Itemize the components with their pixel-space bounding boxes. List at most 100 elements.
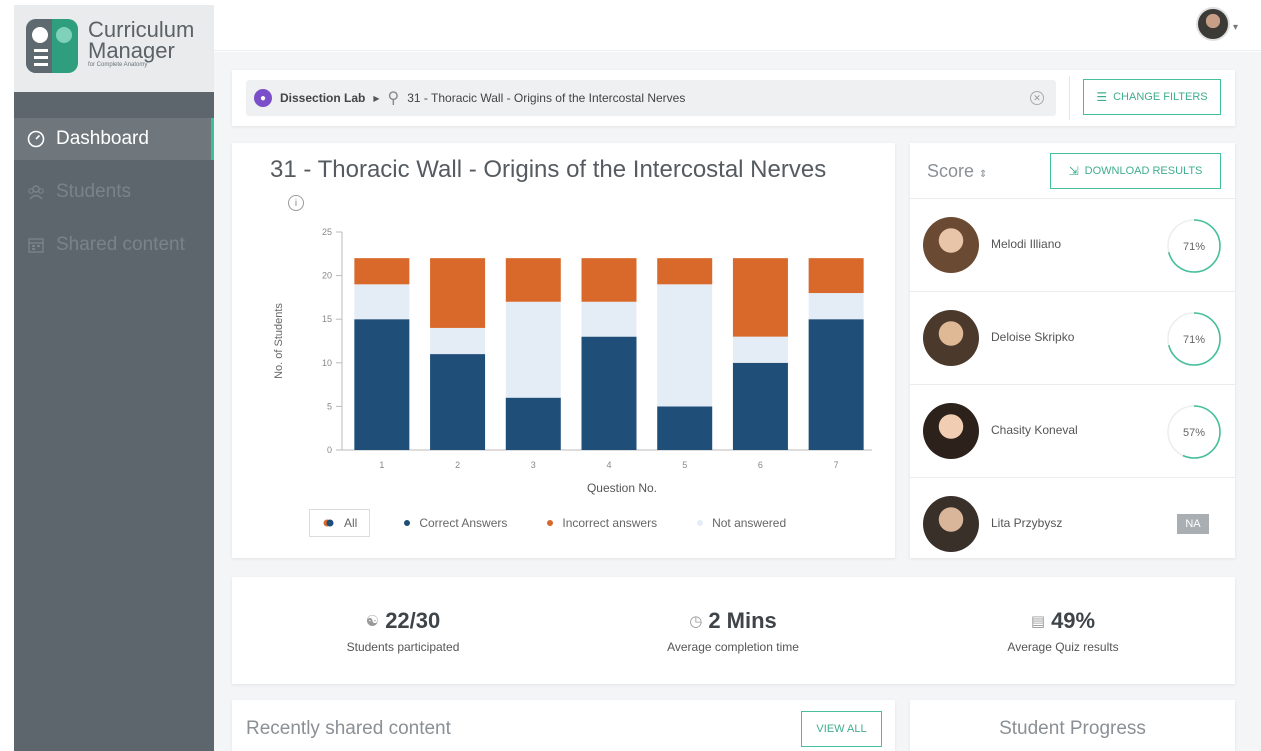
stat-average-completion-time: ◷ 2 Mins Average completion time [608, 608, 858, 654]
y-tick-label: 5 [327, 401, 332, 411]
stat-label: Average completion time [667, 640, 799, 654]
bar-segment [808, 258, 864, 294]
x-tick-label: 1 [379, 460, 384, 470]
sidebar: Curriculum Manager for Complete Anatomy … [14, 5, 214, 751]
score-ring: 57% [1167, 405, 1221, 459]
score-ring: 71% [1167, 219, 1221, 273]
top-bar [214, 5, 1261, 51]
stacked-bar-chart: 0 5 10 15 20 25 No. of Students 1 2 3 4 5 6 7 Question… [273, 227, 872, 495]
score-sort-header[interactable]: Score ⇕ [927, 161, 987, 182]
bar-segment [354, 319, 410, 450]
y-axis-label: No. of Students [273, 303, 285, 379]
legend-item-incorrect[interactable]: Incorrect answers [547, 516, 657, 530]
user-avatar[interactable] [1196, 7, 1230, 41]
lab-icon: ● [254, 89, 272, 107]
bar-segment [505, 258, 561, 302]
stat-students-participated: ☯ 22/30 Students participated [278, 608, 528, 654]
legend-item-not-answered[interactable]: Not answered [697, 516, 786, 530]
logo-subtitle: for Complete Anatomy [88, 62, 148, 68]
sidebar-item-students[interactable]: Students [14, 171, 214, 213]
sort-icon: ⇕ [979, 169, 988, 180]
bar-segment [732, 362, 788, 450]
stat-average-quiz-results: ▤ 49% Average Quiz results [938, 608, 1188, 654]
students-group-icon: ☯ [365, 613, 380, 630]
download-icon: ⇲ [1068, 164, 1079, 178]
legend-dot [547, 520, 554, 526]
legend-dot [697, 520, 704, 526]
chevron-down-icon[interactable]: ▾ [1233, 22, 1238, 33]
logo-icon [26, 19, 78, 73]
avatar [923, 217, 979, 273]
student-name: Melodi Illiano [991, 237, 1062, 251]
students-group-icon [26, 182, 46, 202]
avatar [923, 496, 979, 552]
bar-segment [657, 258, 713, 285]
score-value: 57% [1183, 427, 1205, 439]
pie-icon [323, 519, 334, 527]
download-results-label: DOWNLOAD RESULTS [1084, 165, 1203, 177]
score-ring: 71% [1167, 312, 1221, 366]
chart-legend: All Correct Answers Incorrect answers No… [309, 509, 826, 537]
search-icon: ⚲ [387, 90, 400, 107]
bar-segment [430, 327, 486, 355]
student-progress-title: Student Progress [999, 718, 1146, 739]
x-tick-label: 5 [682, 460, 687, 470]
score-value: 71% [1183, 334, 1205, 346]
student-name: Chasity Koneval [991, 423, 1078, 437]
download-results-button[interactable]: ⇲ DOWNLOAD RESULTS [1050, 153, 1221, 189]
score-na-badge: NA [1177, 514, 1209, 534]
bar-segment [581, 258, 637, 302]
clear-icon[interactable]: ✕ [1030, 91, 1044, 105]
sidebar-item-label: Shared content [56, 234, 185, 255]
bar-segment [505, 301, 561, 398]
legend-all-toggle[interactable]: All [309, 509, 371, 537]
x-tick-label: 7 [834, 460, 839, 470]
bar-segment [657, 284, 713, 407]
legend-item-correct[interactable]: Correct Answers [404, 516, 507, 530]
y-tick-label: 25 [322, 227, 332, 237]
bar-segment [808, 293, 864, 320]
recently-shared-title: Recently shared content [246, 718, 451, 739]
filter-query: 31 - Thoracic Wall - Origins of the Inte… [407, 91, 686, 105]
sidebar-item-label: Students [56, 181, 131, 202]
legend-dot [404, 520, 411, 526]
legend-all-label: All [344, 516, 358, 530]
bar-segment [581, 301, 637, 337]
avatar [923, 403, 979, 459]
y-tick-label: 20 [322, 271, 332, 281]
list-item[interactable]: Deloise Skripko 71% [910, 291, 1235, 383]
x-tick-label: 6 [758, 460, 763, 470]
filter-lab-label[interactable]: Dissection Lab [280, 91, 365, 105]
chart-title: 31 - Thoracic Wall - Origins of the Inte… [270, 156, 827, 183]
student-name: Deloise Skripko [991, 330, 1075, 344]
caret-right-icon: ▶ [373, 93, 380, 103]
score-label: Score [927, 161, 975, 181]
list-item[interactable]: Chasity Koneval 57% [910, 384, 1235, 476]
bar-segment [732, 336, 788, 363]
y-tick-label: 15 [322, 314, 332, 324]
y-tick-label: 0 [327, 445, 332, 455]
sidebar-item-label: Dashboard [56, 128, 149, 149]
stat-value: 22/30 [385, 608, 441, 633]
calendar-icon [26, 235, 46, 255]
y-tick-label: 10 [322, 358, 332, 368]
view-all-button[interactable]: VIEW ALL [801, 711, 882, 747]
change-filters-button[interactable]: ☰ CHANGE FILTERS [1083, 79, 1221, 115]
filter-icon: ☰ [1096, 90, 1108, 104]
logo[interactable]: Curriculum Manager for Complete Anatomy [14, 5, 214, 92]
info-icon[interactable]: i [288, 195, 304, 211]
avatar [923, 310, 979, 366]
sidebar-item-shared-content[interactable]: Shared content [14, 224, 214, 266]
student-name: Lita Przybysz [991, 516, 1063, 530]
stat-label: Average Quiz results [1007, 640, 1119, 654]
change-filters-label: CHANGE FILTERS [1113, 91, 1208, 103]
bar-segment [657, 406, 713, 450]
bar-segment [354, 284, 410, 320]
legend-label: Not answered [712, 516, 787, 530]
list-item[interactable]: Lita Przybysz NA [910, 477, 1235, 558]
search-filter-input[interactable]: ● Dissection Lab ▶ ⚲ 31 - Thoracic Wall … [246, 80, 1056, 116]
legend-label: Incorrect answers [562, 516, 658, 530]
sidebar-item-dashboard[interactable]: Dashboard [14, 118, 214, 160]
stat-value: 49% [1051, 608, 1096, 633]
list-item[interactable]: Melodi Illiano 71% [910, 198, 1235, 290]
